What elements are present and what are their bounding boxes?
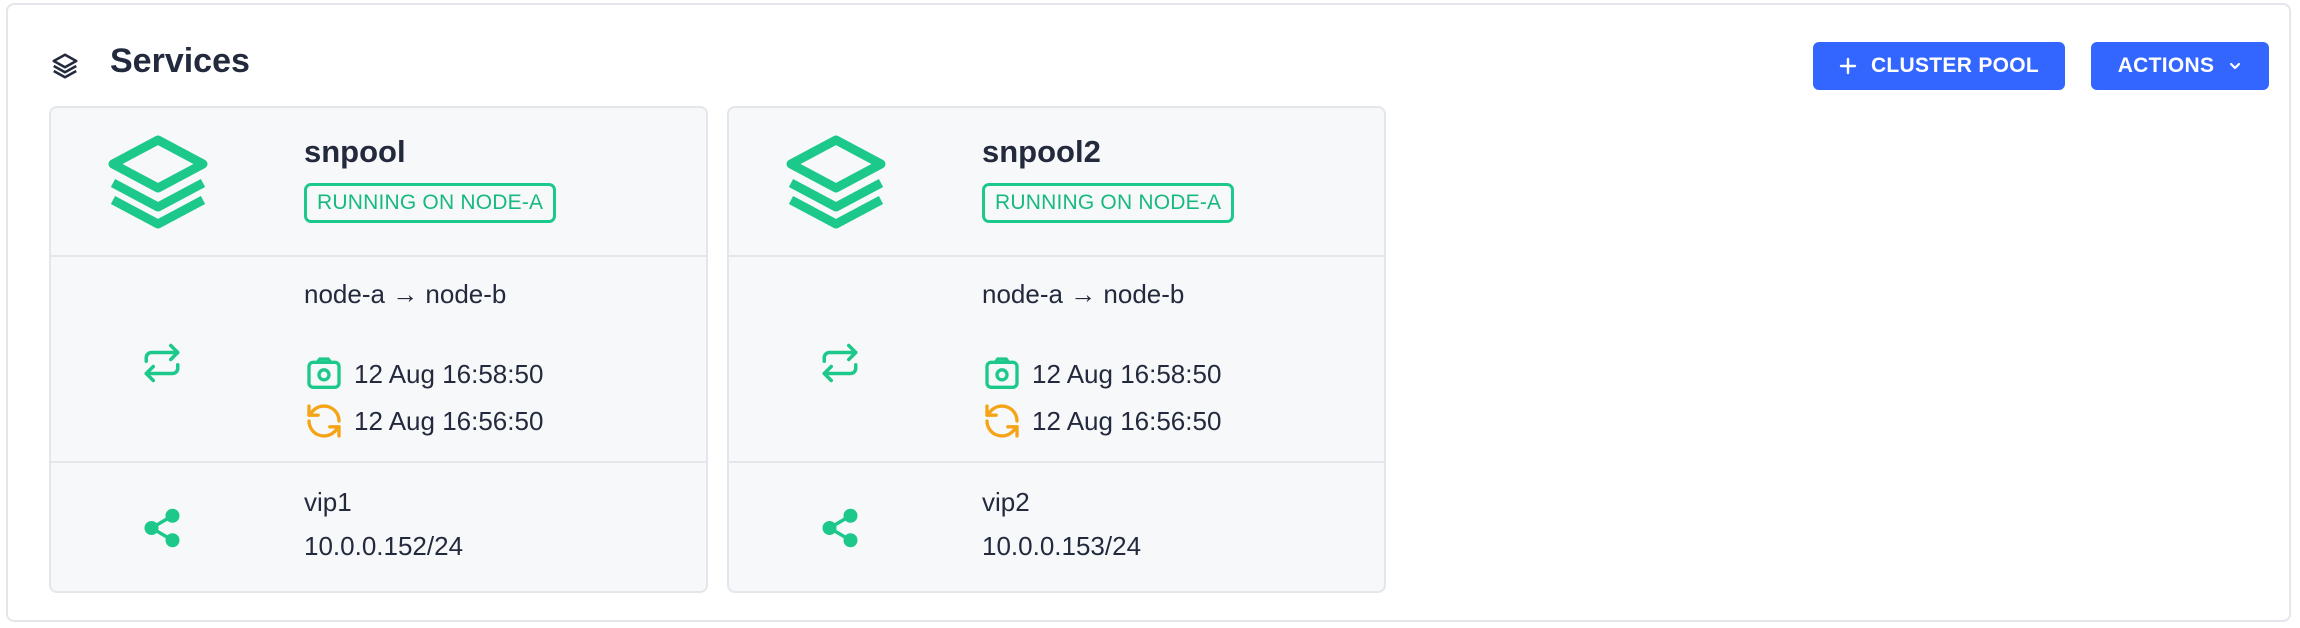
vip-section: vip2 10.0.0.153/24 <box>729 461 1384 591</box>
plus-icon <box>1839 57 1857 75</box>
replication-section: node-a → node-b 12 Aug 16:58:50 12 Aug 1… <box>51 255 706 463</box>
snapshot-row: 12 Aug 16:58:50 <box>304 354 543 394</box>
cluster-pool-label: CLUSTER POOL <box>1870 54 2040 77</box>
status-badge: RUNNING ON NODE-A <box>982 183 1235 223</box>
sync-row: 12 Aug 16:56:50 <box>982 401 1221 441</box>
replication-route: node-a → node-b <box>304 279 507 309</box>
replication-icon <box>822 343 858 383</box>
actions-label: ACTIONS <box>2117 54 2215 77</box>
snapshot-time: 12 Aug 16:58:50 <box>354 358 544 389</box>
sync-icon <box>307 404 341 438</box>
vip-section: vip1 10.0.0.152/24 <box>51 461 706 591</box>
chevron-down-icon <box>2230 62 2241 70</box>
layers-icon <box>52 53 78 79</box>
pool-card-header: snpool RUNNING ON NODE-A <box>51 108 706 254</box>
replication-route: node-a → node-b <box>982 279 1185 309</box>
pool-name: snpool <box>304 134 406 169</box>
sync-row: 12 Aug 16:56:50 <box>304 401 543 441</box>
share-icon <box>144 508 180 548</box>
vip-name: vip1 <box>304 487 352 517</box>
add-cluster-pool-button[interactable]: CLUSTER POOL <box>1813 42 2065 90</box>
pool-card[interactable]: snpool2 RUNNING ON NODE-A node-a → node-… <box>727 106 1386 593</box>
vip-address: 10.0.0.152/24 <box>304 531 464 561</box>
camera-icon <box>985 357 1019 389</box>
vip-name: vip2 <box>982 487 1030 517</box>
pool-card-header: snpool2 RUNNING ON NODE-A <box>729 108 1384 254</box>
camera-icon <box>307 357 341 389</box>
sync-icon <box>985 404 1019 438</box>
pool-layers-icon <box>786 135 886 229</box>
page-title: Services <box>110 42 250 80</box>
status-badge: RUNNING ON NODE-A <box>304 183 557 223</box>
share-icon <box>822 508 858 548</box>
actions-dropdown-button[interactable]: ACTIONS <box>2091 42 2269 90</box>
replication-section: node-a → node-b 12 Aug 16:58:50 12 Aug 1… <box>729 255 1384 463</box>
vip-address: 10.0.0.153/24 <box>982 531 1142 561</box>
snapshot-row: 12 Aug 16:58:50 <box>982 354 1221 394</box>
pool-name: snpool2 <box>982 134 1101 169</box>
snapshot-time: 12 Aug 16:58:50 <box>1032 358 1222 389</box>
replication-icon <box>144 343 180 383</box>
pool-card[interactable]: snpool RUNNING ON NODE-A node-a → node-b… <box>49 106 708 593</box>
sync-time: 12 Aug 16:56:50 <box>1032 405 1222 436</box>
sync-time: 12 Aug 16:56:50 <box>354 405 544 436</box>
pool-layers-icon <box>108 135 208 229</box>
